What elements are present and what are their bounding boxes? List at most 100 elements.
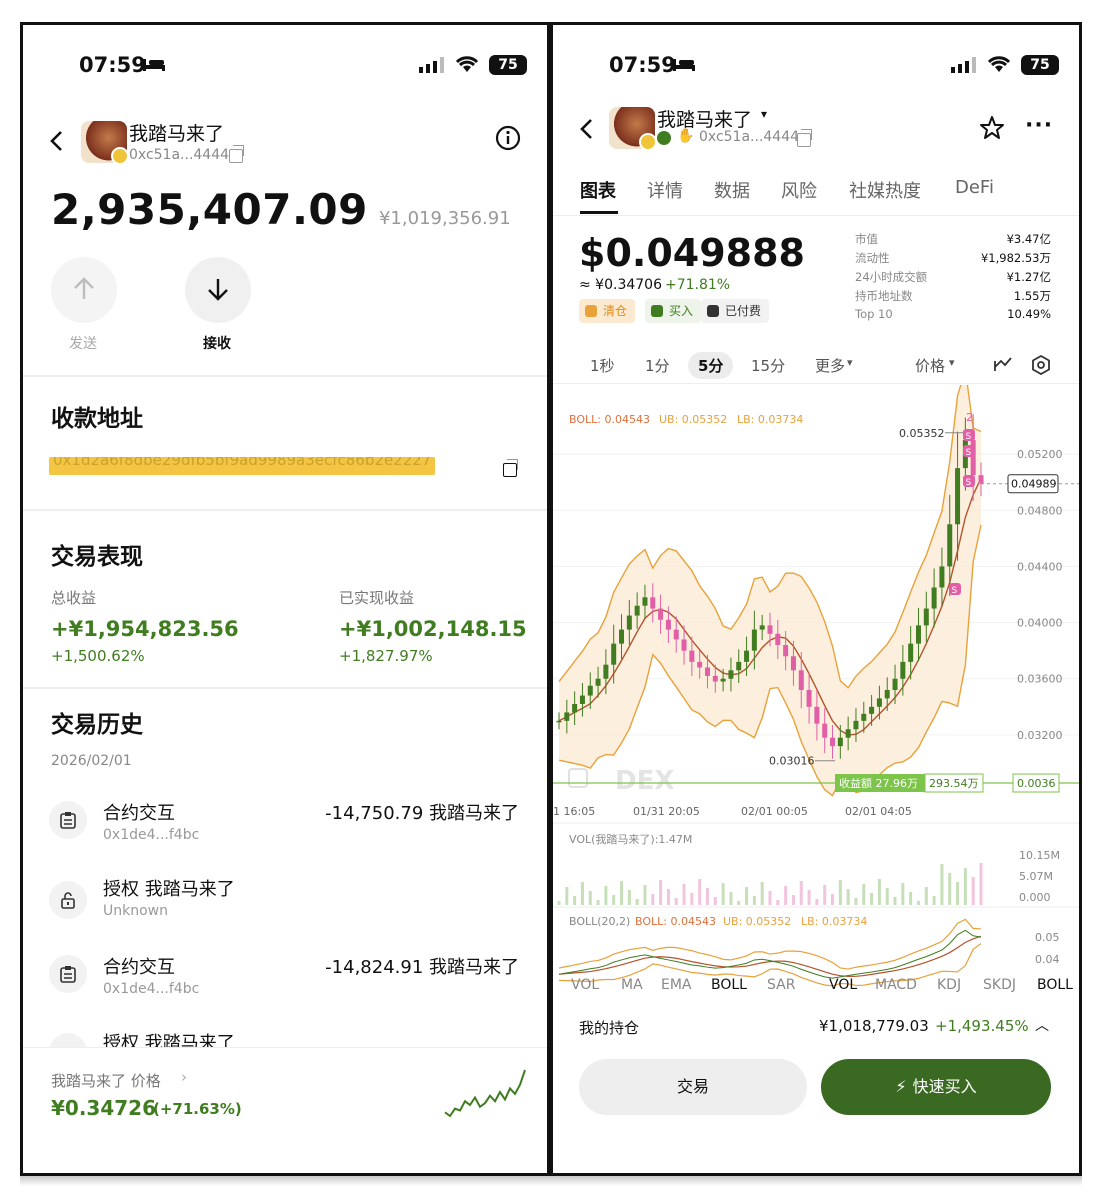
tx-name[interactable]: 授权 我踏马来了 — [103, 875, 235, 901]
candle-body — [736, 661, 742, 671]
ind-ema[interactable]: EMA — [661, 977, 692, 993]
balance-row: 2,935,407.09 ¥1,019,356.91 — [51, 185, 511, 234]
wifi-icon — [455, 56, 479, 72]
star-icon[interactable] — [979, 115, 1005, 141]
volume-bar — [565, 887, 569, 905]
sell-marker-label: S — [966, 478, 972, 488]
arrow-up-icon — [74, 277, 94, 299]
candle-body — [665, 619, 671, 630]
volume-bar — [682, 884, 686, 905]
chevron-up-icon[interactable]: ︿ — [1035, 1015, 1049, 1035]
dex-watermark: DEX — [615, 766, 674, 796]
ind-kdj[interactable]: KDJ — [937, 977, 961, 993]
back-arrow-icon[interactable] — [47, 129, 67, 153]
timeframe-15m[interactable]: 15分 — [751, 355, 785, 376]
token-address: 0xc51a...4444 — [699, 129, 800, 145]
volume-bar — [666, 889, 670, 905]
ind-sub-boll[interactable]: BOLL — [1037, 977, 1073, 993]
boll-panel-boll: BOLL: 0.04543 — [635, 915, 716, 928]
volume-bar — [573, 896, 577, 905]
wallet-token-screen: 07:59 75 我踏马来了 0xc51a...4444 2,935,407.0… — [20, 22, 550, 1176]
volume-bar — [745, 887, 749, 905]
trade-button[interactable]: 交易 — [579, 1059, 807, 1115]
ind-sub-vol[interactable]: VOL — [829, 977, 857, 993]
back-arrow-icon[interactable] — [577, 117, 597, 141]
ind-macd[interactable]: MACD — [875, 977, 917, 993]
candle-body — [697, 661, 703, 668]
ind-vol[interactable]: VOL — [571, 977, 599, 993]
candle-body — [908, 643, 914, 662]
ind-boll[interactable]: BOLL — [711, 977, 747, 993]
indicator-icon[interactable] — [993, 355, 1013, 373]
tab-chart[interactable]: 图表 — [580, 177, 616, 203]
stat-value: ¥3.47亿 — [1006, 232, 1051, 246]
quick-buy-button[interactable]: ⚡ 快速买入 — [821, 1059, 1051, 1115]
realized-pnl-pct: +1,827.97% — [339, 647, 433, 665]
price-footer[interactable]: 我踏马来了 价格 › ¥0.34726 (+71.63%) — [23, 1047, 547, 1173]
total-pnl-value: +¥1,954,823.56 — [51, 617, 239, 641]
send-button[interactable] — [51, 257, 117, 323]
timeframe-1m[interactable]: 1分 — [645, 355, 670, 376]
copy-icon[interactable] — [229, 145, 244, 163]
copy-address-icon[interactable] — [503, 459, 518, 477]
tab-data[interactable]: 数据 — [714, 177, 750, 203]
ind-ma[interactable]: MA — [621, 977, 643, 993]
candle-body — [767, 625, 773, 634]
timeframe-more[interactable]: 更多 — [815, 355, 845, 376]
volume-bar — [635, 899, 639, 905]
tx-name[interactable]: 合约交互 — [103, 799, 175, 825]
volume-tick: 0.000 — [1019, 891, 1051, 904]
token-name[interactable]: 我踏马来了 — [657, 105, 752, 132]
tab-social[interactable]: 社媒热度 — [849, 177, 921, 203]
sell-marker-label: S — [952, 586, 958, 596]
more-icon[interactable]: ··· — [1025, 113, 1053, 138]
receive-address-redacted[interactable]: 0x1d2a6f8dbe29dfb5bf9ad9989a3ecfc86b2e22… — [49, 457, 435, 475]
price-chart[interactable]: BOLL: 0.04543 UB: 0.05352 LB: 0.037340.052… — [553, 385, 1082, 995]
info-icon[interactable] — [495, 125, 521, 151]
quick-buy-label: 快速买入 — [912, 1077, 977, 1096]
settings-hex-icon[interactable] — [1031, 355, 1051, 375]
current-price-label: 0.04989 — [1011, 478, 1057, 491]
tx-sub: Unknown — [103, 903, 168, 919]
timeframe-1s[interactable]: 1秒 — [590, 355, 615, 376]
candle-body — [806, 689, 812, 707]
volume-bar — [627, 890, 631, 905]
volume-bar — [752, 896, 756, 905]
ind-skdj[interactable]: SKDJ — [983, 977, 1016, 993]
timeframe-5m[interactable]: 5分 — [688, 352, 734, 379]
volume-bar — [620, 881, 624, 905]
buy-icon — [651, 305, 663, 317]
volume-tick: 5.07M — [1019, 870, 1053, 883]
price-toggle[interactable]: 价格 — [915, 355, 945, 376]
caret-down-icon[interactable]: ▾ — [761, 107, 767, 121]
volume-bar — [659, 880, 663, 905]
candle-body — [947, 524, 953, 567]
volume-bar — [588, 891, 592, 905]
tab-risk[interactable]: 风险 — [781, 177, 817, 203]
receive-button[interactable] — [185, 257, 251, 323]
tab-defi[interactable]: DeFi — [955, 177, 994, 198]
tx-name[interactable]: 合约交互 — [103, 953, 175, 979]
y-tick-label: 0.04800 — [1017, 504, 1063, 517]
candle-body — [728, 670, 734, 679]
candle-body — [619, 629, 625, 644]
candle-body — [751, 629, 757, 651]
volume-tick: 10.15M — [1019, 849, 1060, 862]
candle-body — [626, 615, 632, 630]
tab-details[interactable]: 详情 — [647, 177, 683, 203]
volume-bar — [893, 897, 897, 905]
volume-bar — [557, 901, 561, 905]
boll-panel-legend: BOLL(20,2) — [569, 915, 630, 928]
ind-sar[interactable]: SAR — [767, 977, 795, 993]
divider — [23, 687, 547, 689]
volume-bar — [862, 884, 866, 905]
balance-fiat: ¥1,019,356.91 — [378, 208, 511, 229]
copy-icon[interactable] — [797, 129, 812, 147]
token-balance: 2,935,407.09 — [51, 185, 368, 234]
volume-bar — [784, 886, 788, 905]
receive-address-title: 收款地址 — [51, 406, 143, 432]
candle-body — [814, 706, 820, 724]
token-chart-screen: 07:59 75 我踏马来了 ▾ ✋ 0xc51a...4444 ··· 图表 … — [550, 22, 1082, 1176]
trade-marker-count: 2 — [966, 411, 973, 424]
paid-icon — [707, 305, 719, 317]
